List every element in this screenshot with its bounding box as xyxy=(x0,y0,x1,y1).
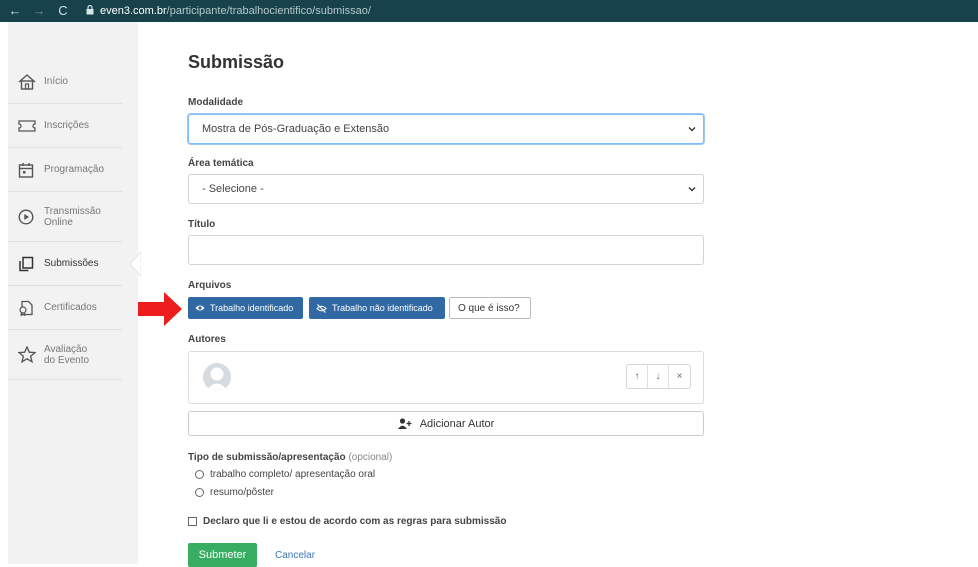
cancel-link[interactable]: Cancelar xyxy=(275,550,315,561)
titulo-input[interactable] xyxy=(188,235,704,265)
remove-author-button[interactable]: × xyxy=(669,365,690,388)
home-icon xyxy=(18,73,44,90)
opcional-tag: (opcional) xyxy=(348,452,393,463)
sidebar-item-inicio[interactable]: Início xyxy=(8,60,122,104)
radio-label: resumo/pôster xyxy=(210,487,274,498)
sidebar-item-transmissao[interactable]: Transmissão Online xyxy=(8,192,122,242)
author-card: ↑ ↓ × xyxy=(188,351,704,404)
eye-icon xyxy=(195,304,205,312)
add-author-label: Adicionar Autor xyxy=(419,417,495,430)
area-tematica-label: Área temática xyxy=(188,158,254,169)
radio-resumo-poster[interactable]: resumo/pôster xyxy=(195,487,274,498)
browser-toolbar: ← → C even3.com.br/participante/trabalho… xyxy=(0,0,978,22)
address-bar[interactable]: even3.com.br/participante/trabalhocienti… xyxy=(100,5,371,17)
sidebar-item-label: Programação xyxy=(44,164,105,175)
label-line-2: Online xyxy=(44,216,73,228)
avatar xyxy=(203,363,231,391)
sidebar-item-label: Transmissão Online xyxy=(44,206,101,228)
area-tematica-value: - Selecione - xyxy=(202,183,264,195)
annotation-arrow xyxy=(138,292,182,326)
add-author-button[interactable]: Adicionar Autor xyxy=(188,411,704,436)
page-title: Submissão xyxy=(188,52,285,72)
back-icon[interactable]: ← xyxy=(6,2,24,20)
active-indicator xyxy=(129,252,141,276)
radio-button[interactable] xyxy=(195,470,204,479)
sidebar-item-label: Avaliação do Evento xyxy=(44,344,89,366)
label-line-1: Transmissão xyxy=(44,205,101,217)
url-host: even3.com.br xyxy=(100,5,167,17)
terms-label: Declaro que li e estou de acordo com as … xyxy=(203,516,507,527)
submit-button[interactable]: Submeter xyxy=(188,543,257,567)
sidebar-item-inscricoes[interactable]: Inscrições xyxy=(8,104,122,148)
radio-trabalho-completo[interactable]: trabalho completo/ apresentação oral xyxy=(195,469,375,480)
button-label: Trabalho não identificado xyxy=(332,303,433,313)
add-user-icon xyxy=(397,418,412,429)
reload-icon[interactable]: C xyxy=(54,2,72,20)
sidebar-item-label: Início xyxy=(44,76,68,87)
sidebar-item-programacao[interactable]: Programação xyxy=(8,148,122,192)
area-tematica-select[interactable]: - Selecione - xyxy=(188,174,704,204)
titulo-label: Título xyxy=(188,219,216,230)
sidebar-item-certificados[interactable]: Certificados xyxy=(8,286,122,330)
o-que-e-isso-button[interactable]: O que é isso? xyxy=(449,297,531,319)
sidebar-item-submissoes[interactable]: Submissões xyxy=(8,242,122,286)
button-label: Trabalho identificado xyxy=(210,303,294,313)
sidebar-item-avaliacao[interactable]: Avaliação do Evento xyxy=(8,330,122,380)
lock-icon xyxy=(86,4,94,18)
ticket-icon xyxy=(18,119,44,133)
calendar-icon xyxy=(18,162,44,178)
author-controls: ↑ ↓ × xyxy=(626,364,691,389)
tipo-label-text: Tipo de submissão/apresentação xyxy=(188,452,346,463)
chevron-down-icon xyxy=(688,187,696,192)
copy-icon xyxy=(18,256,44,272)
label-line-1: Avaliação xyxy=(44,343,88,355)
trabalho-nao-identificado-button[interactable]: Trabalho não identificado xyxy=(309,297,445,319)
play-icon xyxy=(18,208,44,225)
trabalho-identificado-button[interactable]: Trabalho identificado xyxy=(188,297,303,319)
autores-label: Autores xyxy=(188,334,226,345)
eye-slash-icon xyxy=(316,303,327,313)
forward-icon[interactable]: → xyxy=(30,2,48,20)
label-line-2: do Evento xyxy=(44,354,90,366)
tipo-submissao-label: Tipo de submissão/apresentação (opcional… xyxy=(188,452,392,463)
url-path: /participante/trabalhocientifico/submiss… xyxy=(166,5,371,17)
terms-checkbox[interactable] xyxy=(188,517,197,526)
modalidade-select[interactable]: Mostra de Pós-Graduação e Extensão xyxy=(188,114,704,144)
radio-label: trabalho completo/ apresentação oral xyxy=(210,469,376,480)
star-icon xyxy=(18,346,44,363)
terms-checkbox-row[interactable]: Declaro que li e estou de acordo com as … xyxy=(188,516,506,527)
radio-button[interactable] xyxy=(195,488,204,497)
move-down-button[interactable]: ↓ xyxy=(648,365,669,388)
sidebar-item-label: Inscrições xyxy=(44,120,90,131)
sidebar-item-label: Certificados xyxy=(44,302,97,313)
certificate-icon xyxy=(18,300,44,316)
sidebar-item-label: Submissões xyxy=(44,258,99,269)
modalidade-value: Mostra de Pós-Graduação e Extensão xyxy=(202,123,390,135)
modalidade-label: Modalidade xyxy=(188,97,244,108)
arquivos-label: Arquivos xyxy=(188,280,232,291)
chevron-down-icon xyxy=(688,127,696,132)
move-up-button[interactable]: ↑ xyxy=(627,365,648,388)
